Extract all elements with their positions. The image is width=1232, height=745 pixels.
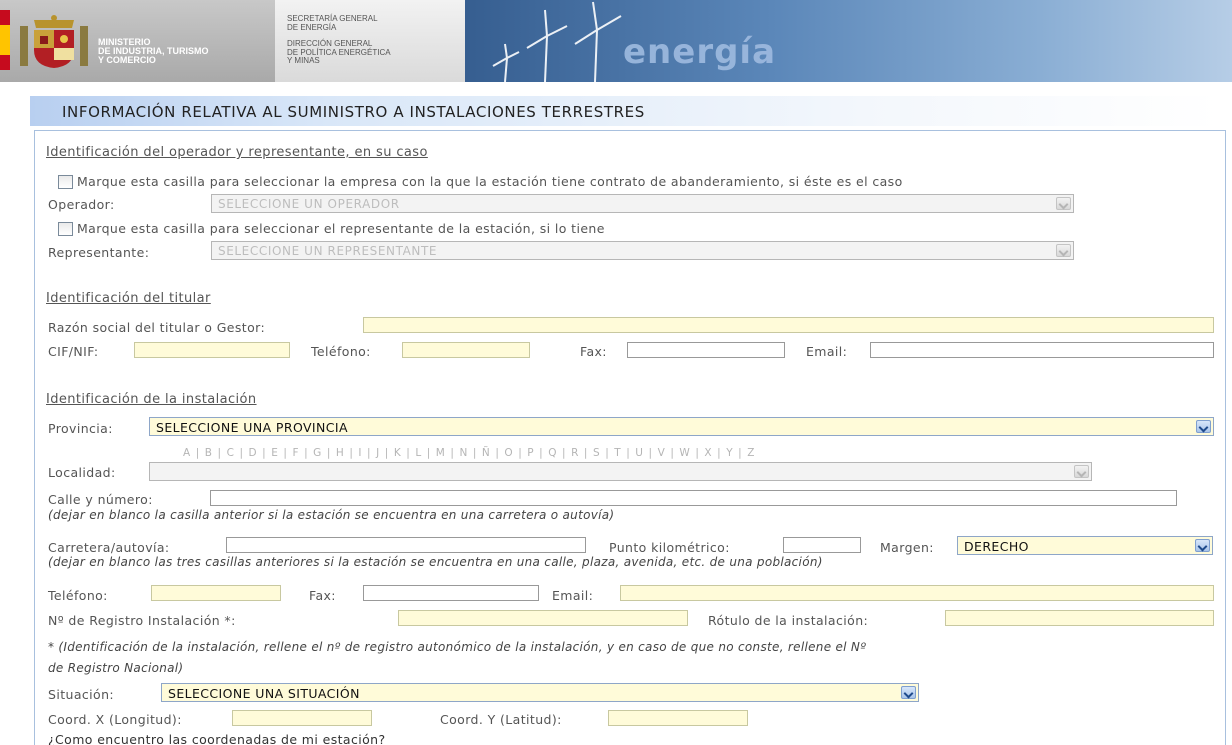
coord-x-label: Coord. X (Longitud):: [48, 712, 182, 727]
titular-email-input[interactable]: [870, 342, 1214, 358]
energia-banner: energía: [465, 0, 1232, 82]
section-heading-titular: Identificación del titular: [46, 291, 211, 306]
rotulo-input[interactable]: [945, 610, 1214, 626]
coat-of-arms-icon: [20, 15, 88, 68]
instalacion-email-input[interactable]: [620, 585, 1214, 601]
instalacion-fax-label: Fax:: [309, 588, 336, 603]
representante-label: Representante:: [48, 245, 150, 260]
coord-x-input[interactable]: [232, 710, 372, 726]
localidad-alphabet-filter[interactable]: A | B | C | D | E | F | G | H | I | J | …: [183, 447, 756, 459]
operador-select[interactable]: SELECCIONE UN OPERADOR: [211, 194, 1074, 213]
coord-y-input[interactable]: [608, 710, 748, 726]
situacion-select[interactable]: SELECCIONE UNA SITUACIÓN: [161, 683, 919, 702]
ministry-block: MINISTERIO DE INDUSTRIA, TURISMO Y COMER…: [0, 0, 275, 82]
provincia-select-value: SELECCIONE UNA PROVINCIA: [156, 420, 348, 435]
titular-telefono-input[interactable]: [402, 342, 530, 358]
registro-label: Nº de Registro Instalación *:: [48, 613, 236, 628]
registro-note-line2: de Registro Nacional): [48, 661, 184, 675]
representante-checkbox-label: Marque esta casilla para seleccionar el …: [77, 221, 605, 236]
operador-checkbox-label: Marque esta casilla para seleccionar la …: [77, 174, 903, 189]
spain-flag-icon: [0, 10, 10, 70]
registro-input[interactable]: [398, 610, 688, 626]
calle-input[interactable]: [210, 490, 1177, 506]
registro-note-line1: * (Identificación de la instalación, rel…: [48, 640, 867, 654]
header-banner: MINISTERIO DE INDUSTRIA, TURISMO Y COMER…: [0, 0, 1232, 86]
situacion-select-value: SELECCIONE UNA SITUACIÓN: [168, 686, 360, 701]
instalacion-telefono-input[interactable]: [151, 585, 281, 601]
chevron-down-icon: [1056, 197, 1071, 210]
provincia-select[interactable]: SELECCIONE UNA PROVINCIA: [149, 417, 1214, 436]
direccion-name: DIRECCIÓN GENERAL DE POLÍTICA ENERGÉTICA…: [287, 39, 391, 65]
localidad-label: Localidad:: [48, 465, 116, 480]
chevron-down-icon: [901, 686, 916, 699]
chevron-down-icon: [1195, 539, 1210, 552]
representante-select-value: SELECCIONE UN REPRESENTANTE: [218, 244, 438, 258]
carretera-input[interactable]: [226, 537, 586, 553]
margen-select-value: DERECHO: [964, 539, 1029, 554]
carretera-note: (dejar en blanco las tres casillas anter…: [48, 555, 823, 569]
titular-email-label: Email:: [806, 344, 848, 359]
ministry-name: MINISTERIO DE INDUSTRIA, TURISMO Y COMER…: [98, 37, 209, 65]
instalacion-telefono-label: Teléfono:: [48, 588, 108, 603]
titular-fax-input[interactable]: [627, 342, 785, 358]
localidad-select[interactable]: [149, 462, 1092, 481]
razon-social-input[interactable]: [363, 317, 1214, 333]
calle-note: (dejar en blanco la casilla anterior si …: [48, 508, 615, 522]
page-title: INFORMACIÓN RELATIVA AL SUMINISTRO A INS…: [62, 103, 645, 121]
secretaria-name: SECRETARÍA GENERAL DE ENERGÍA: [287, 14, 378, 32]
titular-telefono-label: Teléfono:: [311, 344, 371, 359]
cif-input[interactable]: [134, 342, 290, 358]
representante-checkbox[interactable]: [58, 222, 73, 236]
representante-select[interactable]: SELECCIONE UN REPRESENTANTE: [211, 241, 1074, 260]
rotulo-label: Rótulo de la instalación:: [708, 613, 869, 628]
energia-wordmark: energía: [623, 32, 777, 72]
calle-label: Calle y número:: [48, 492, 153, 507]
page: MINISTERIO DE INDUSTRIA, TURISMO Y COMER…: [0, 0, 1232, 745]
razon-social-label: Razón social del titular o Gestor:: [48, 320, 266, 335]
titular-fax-label: Fax:: [580, 344, 607, 359]
instalacion-email-label: Email:: [552, 588, 594, 603]
margen-select[interactable]: DERECHO: [957, 536, 1213, 555]
provincia-label: Provincia:: [48, 421, 113, 436]
punto-km-input[interactable]: [783, 537, 861, 553]
carretera-label: Carretera/autovía:: [48, 540, 170, 555]
section-heading-operador: Identificación del operador y representa…: [46, 145, 428, 160]
operador-label: Operador:: [48, 197, 115, 212]
operador-select-value: SELECCIONE UN OPERADOR: [218, 197, 400, 211]
coord-y-label: Coord. Y (Latitud):: [440, 712, 562, 727]
section-heading-instalacion: Identificación de la instalación: [46, 392, 257, 407]
margen-label: Margen:: [880, 540, 934, 555]
chevron-down-icon: [1074, 465, 1089, 478]
chevron-down-icon: [1196, 420, 1211, 433]
cif-label: CIF/NIF:: [48, 344, 99, 359]
instalacion-fax-input[interactable]: [363, 585, 539, 601]
coords-help-link[interactable]: ¿Como encuentro las coordenadas de mi es…: [48, 732, 386, 745]
operador-checkbox[interactable]: [58, 175, 73, 189]
situacion-label: Situación:: [48, 687, 115, 702]
chevron-down-icon: [1056, 244, 1071, 257]
punto-km-label: Punto kilométrico:: [609, 540, 730, 555]
secretaria-block: SECRETARÍA GENERAL DE ENERGÍA DIRECCIÓN …: [275, 0, 465, 82]
